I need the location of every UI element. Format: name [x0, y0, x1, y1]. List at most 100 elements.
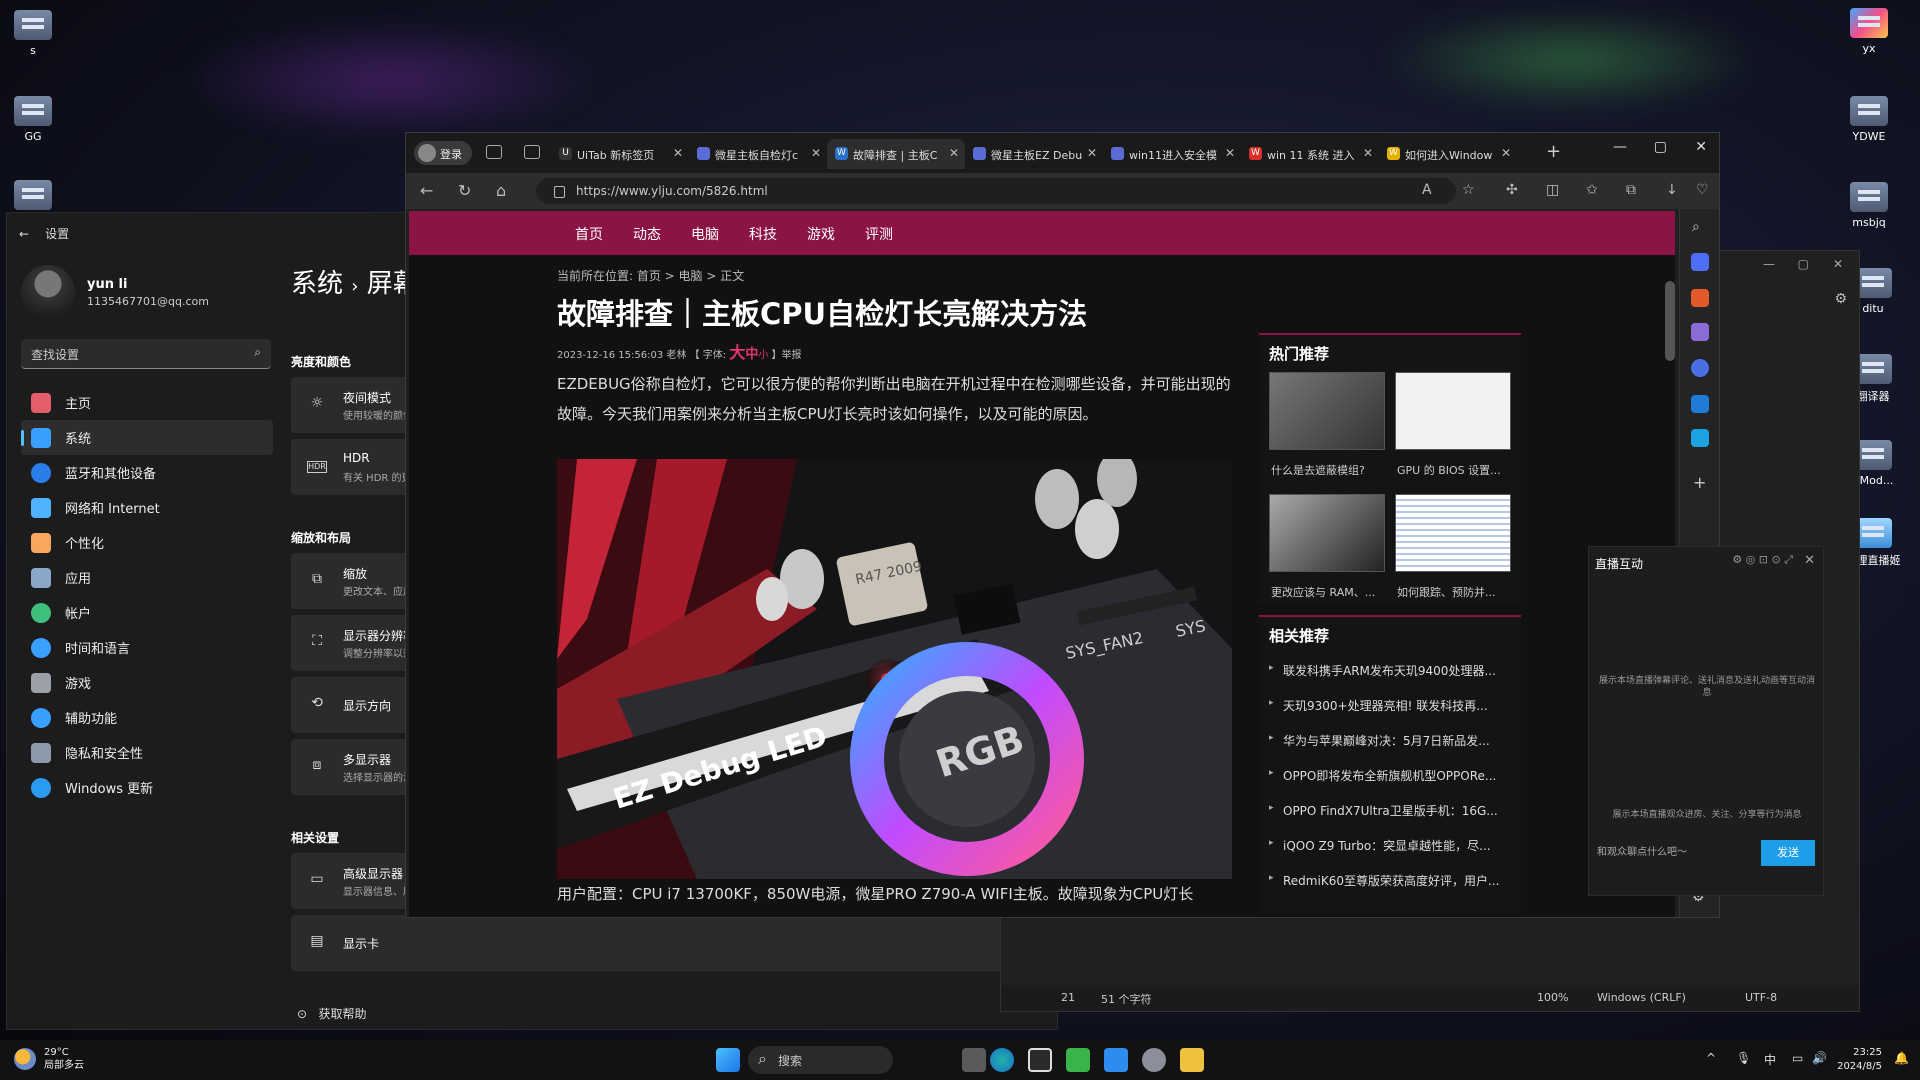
hot-caption-1[interactable]: 什么是去遮蔽模组?	[1271, 462, 1391, 478]
favorites-icon[interactable]: ✩	[1586, 182, 1598, 198]
nav-item-windows-update[interactable]: Windows 更新	[21, 770, 273, 805]
font-large-button[interactable]: 大	[729, 343, 745, 362]
nav-item-network[interactable]: 网络和 Internet	[21, 490, 273, 525]
games-icon[interactable]	[1691, 323, 1709, 341]
related-item[interactable]: RedmiK60至尊版荣获高度好评，用户...	[1259, 864, 1521, 899]
hot-caption-4[interactable]: 如何跟踪、预防并...	[1397, 584, 1517, 600]
nav-link[interactable]: 评测	[865, 224, 893, 244]
refresh-icon[interactable]: ↻	[458, 181, 471, 200]
gear-icon[interactable]: ⚙	[1834, 291, 1847, 307]
url-input[interactable]: https://www.ylju.com/5826.html	[536, 178, 1456, 204]
nav-item-bluetooth[interactable]: 蓝牙和其他设备	[21, 455, 273, 490]
weather-widget[interactable]: 29°C 局部多云	[14, 1046, 84, 1072]
close-tab-icon[interactable]: ✕	[1363, 146, 1373, 160]
close-icon[interactable]: ✕	[1804, 553, 1815, 568]
download-icon[interactable]: ↓	[1666, 182, 1678, 198]
breadcrumb[interactable]: 当前所在位置: 首页 > 电脑 > 正文	[557, 267, 744, 284]
toolbox-icon[interactable]	[1691, 289, 1709, 307]
notepad-icon[interactable]	[1066, 1048, 1090, 1072]
nav-item-privacy[interactable]: 隐私和安全性	[21, 735, 273, 770]
tab-1[interactable]: U UiTab 新标签页 ✕	[551, 139, 689, 169]
close-tab-icon[interactable]: ✕	[1501, 146, 1511, 160]
taskbar-search[interactable]: 搜索	[748, 1046, 893, 1074]
tab-3-active[interactable]: W 故障排查 | 主板C ✕	[827, 139, 965, 169]
edge-icon[interactable]	[990, 1048, 1014, 1072]
clock[interactable]: 23:25 2024/8/5	[1837, 1046, 1882, 1074]
search-icon[interactable]: ⌕	[254, 345, 261, 360]
settings-search-input[interactable]: 查找设置 ⌕	[21, 339, 271, 369]
related-item[interactable]: 华为与苹果巅峰对决：5月7日新品发...	[1259, 724, 1521, 759]
close-icon[interactable]: ✕	[1695, 139, 1707, 155]
nav-item-accounts[interactable]: 帐户	[21, 595, 273, 630]
related-item[interactable]: 联发科携手ARM发布天玑9400处理器...	[1259, 654, 1521, 689]
network-icon[interactable]: ▭	[1792, 1051, 1803, 1065]
nav-item-apps[interactable]: 应用	[21, 560, 273, 595]
send-icon[interactable]	[1691, 429, 1709, 447]
font-small-button[interactable]: 小	[758, 350, 768, 361]
chat-input[interactable]: 和观众聊点什么吧～	[1597, 843, 1687, 858]
font-medium-button[interactable]: 中	[745, 347, 758, 362]
user-profile[interactable]: yun li 1135467701@qq.com	[21, 265, 209, 319]
add-icon[interactable]: +	[1693, 473, 1706, 492]
nav-item-time-language[interactable]: 时间和语言	[21, 630, 273, 665]
microphone-icon[interactable]: 🎙	[1736, 1051, 1751, 1065]
tab-4[interactable]: 微星主板EZ Debu ✕	[965, 139, 1103, 169]
tab-7[interactable]: W 如何进入Window ✕	[1379, 139, 1517, 169]
nav-item-system[interactable]: 系统	[21, 420, 273, 455]
nav-link[interactable]: 科技	[749, 224, 777, 244]
volume-icon[interactable]: 🔊	[1812, 1051, 1827, 1065]
send-button[interactable]: 发送	[1761, 840, 1815, 866]
close-tab-icon[interactable]: ✕	[1087, 146, 1097, 160]
related-item[interactable]: iQOO Z9 Turbo：突显卓越性能，尽...	[1259, 829, 1521, 864]
tab-5[interactable]: win11进入安全模 ✕	[1103, 139, 1241, 169]
close-icon[interactable]: ✕	[1833, 257, 1843, 271]
close-tab-icon[interactable]: ✕	[673, 146, 683, 160]
ime-indicator[interactable]: 中	[1764, 1051, 1776, 1068]
related-item[interactable]: 天玑9300+处理器亮相! 联发科技再...	[1259, 689, 1521, 724]
home-icon[interactable]: ⌂	[496, 181, 506, 200]
search-icon[interactable]: ⌕	[1692, 219, 1700, 235]
copilot-icon[interactable]	[1691, 359, 1709, 377]
maximize-icon[interactable]: ▢	[1654, 139, 1667, 155]
hot-thumb-1[interactable]	[1269, 372, 1385, 450]
nav-item-accessibility[interactable]: 辅助功能	[21, 700, 273, 735]
tab-6[interactable]: Wwin 11 系统 进入 ✕	[1241, 139, 1379, 169]
file-explorer-icon[interactable]	[1180, 1048, 1204, 1072]
back-arrow-icon[interactable]: ←	[19, 227, 29, 241]
related-item[interactable]: OPPO即将发布全新旗舰机型OPPORe...	[1259, 759, 1521, 794]
read-aloud-icon[interactable]: A	[1422, 182, 1432, 198]
nav-item-home[interactable]: 主页	[21, 385, 273, 420]
store-icon[interactable]	[1028, 1048, 1052, 1072]
back-icon[interactable]: ←	[420, 181, 433, 200]
tab-actions-icon[interactable]	[524, 145, 540, 159]
settings-icon[interactable]: ⚙ ◎ ⊡ ⊙ ⤢	[1732, 553, 1793, 567]
minimize-icon[interactable]: —	[1763, 257, 1775, 271]
close-tab-icon[interactable]: ✕	[949, 146, 959, 160]
get-help-link[interactable]: ⊙ 获取帮助	[297, 1005, 367, 1022]
nav-item-personalization[interactable]: 个性化	[21, 525, 273, 560]
minimize-icon[interactable]: —	[1613, 139, 1627, 155]
close-tab-icon[interactable]: ✕	[811, 146, 821, 160]
collections-icon[interactable]: ⧉	[1626, 182, 1636, 198]
hot-thumb-2[interactable]	[1395, 372, 1511, 450]
card-graphics[interactable]: ▤显示卡›	[291, 915, 1051, 971]
split-screen-icon[interactable]: ◫	[1546, 182, 1559, 198]
browser-essentials-icon[interactable]: ♡	[1696, 182, 1709, 198]
desktop-icon-s[interactable]: s	[0, 10, 66, 57]
tag-icon[interactable]	[1691, 253, 1709, 271]
hot-caption-3[interactable]: 更改应该与 RAM、...	[1271, 584, 1391, 600]
nav-link[interactable]: 动态	[633, 224, 661, 244]
extensions-icon[interactable]: ✣	[1506, 182, 1518, 198]
new-tab-icon[interactable]: +	[1546, 141, 1561, 162]
nav-link[interactable]: 游戏	[807, 224, 835, 244]
maximize-icon[interactable]: ▢	[1798, 257, 1809, 271]
tab-2[interactable]: 微星主板自检灯c ✕	[689, 139, 827, 169]
close-tab-icon[interactable]: ✕	[1225, 146, 1235, 160]
desktop-icon-blank[interactable]	[0, 180, 66, 214]
chevron-up-icon[interactable]: ^	[1706, 1051, 1716, 1065]
app-icon[interactable]	[1104, 1048, 1128, 1072]
outlook-icon[interactable]	[1691, 395, 1709, 413]
workspaces-icon[interactable]	[486, 145, 502, 159]
profile-button[interactable]: 登录	[414, 141, 472, 165]
nav-link[interactable]: 首页	[575, 224, 603, 244]
